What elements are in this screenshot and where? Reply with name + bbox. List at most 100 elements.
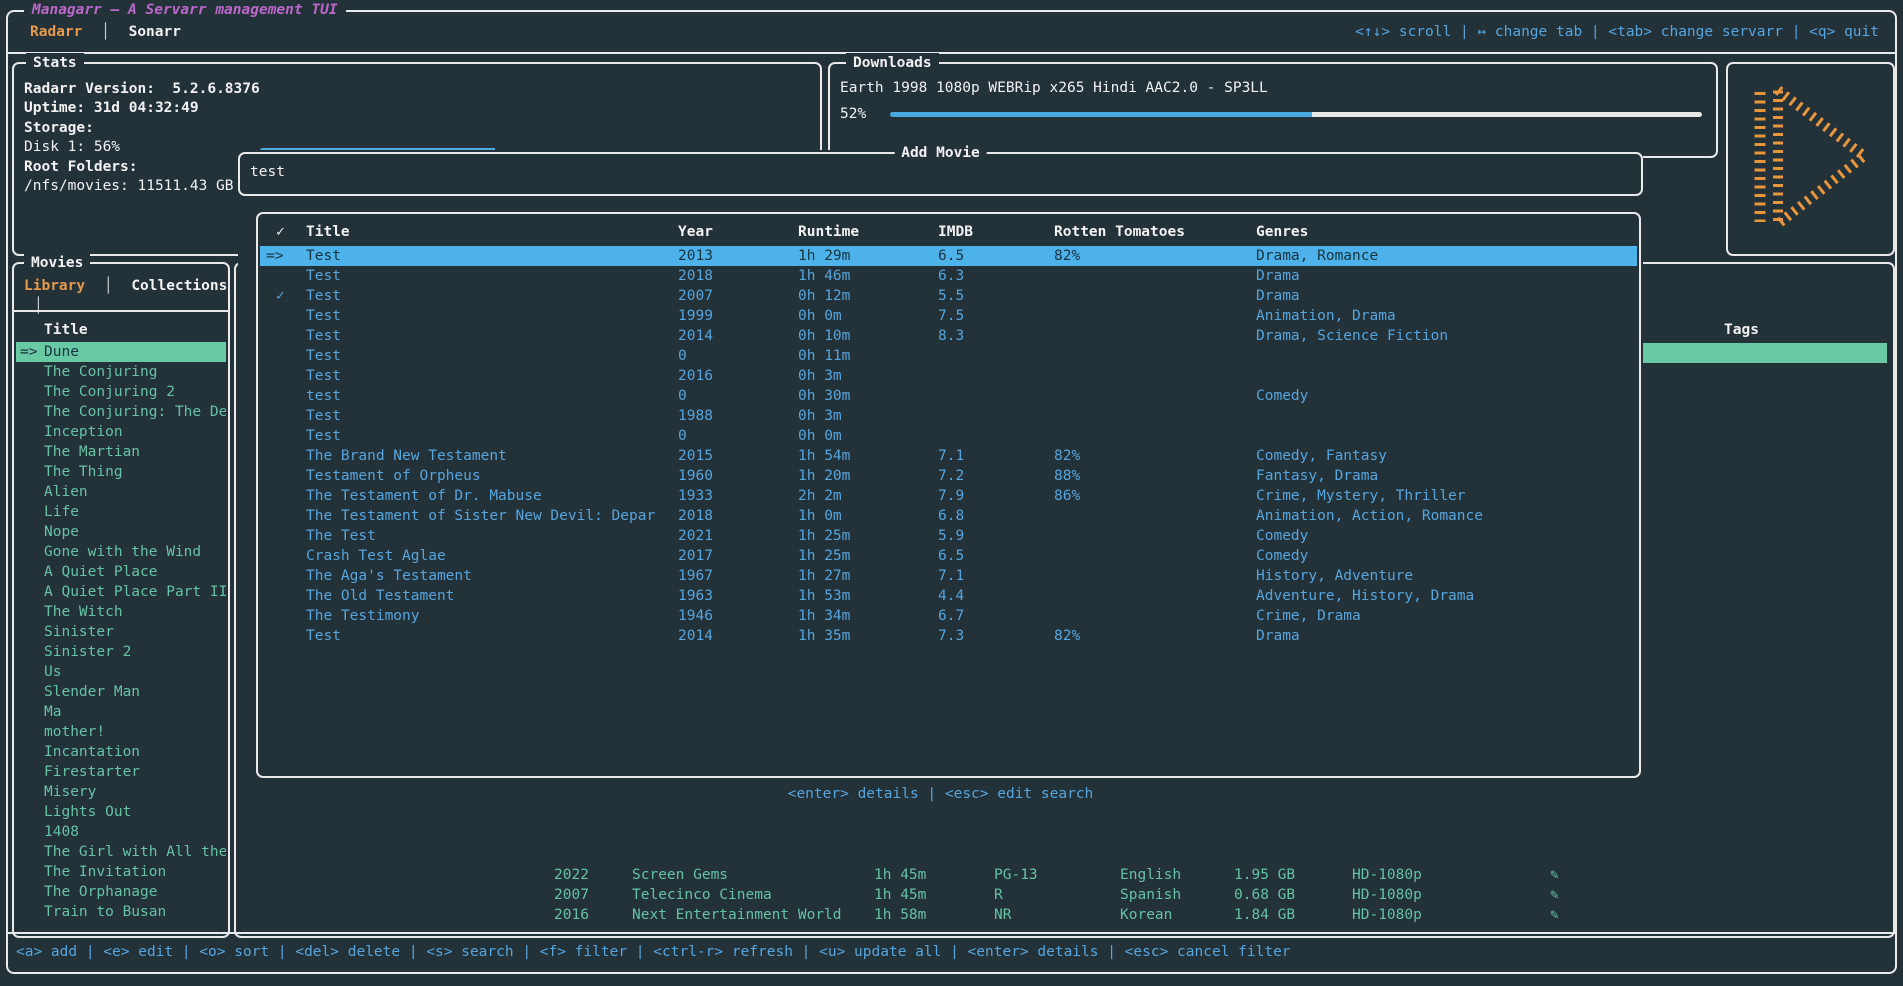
movie-list-item[interactable]: 1408 bbox=[16, 822, 226, 842]
movie-list-item[interactable]: Ma bbox=[16, 702, 226, 722]
movie-list-item[interactable]: Life bbox=[16, 502, 226, 522]
movie-list-item[interactable]: Sinister bbox=[16, 622, 226, 642]
result-year: 1933 bbox=[678, 486, 798, 506]
edit-tags-icon[interactable]: ✎ bbox=[1550, 865, 1559, 885]
result-genres: Drama, Romance bbox=[1256, 246, 1637, 266]
servarr-tabs: Radarr │ Sonarr bbox=[30, 22, 181, 42]
movie-list-item[interactable]: Inception bbox=[16, 422, 226, 442]
search-result-row[interactable]: Test20140h 10m8.3Drama, Science Fiction bbox=[260, 326, 1637, 346]
tab-radarr[interactable]: Radarr bbox=[30, 24, 82, 40]
search-result-row[interactable]: Crash Test Aglae20171h 25m6.5Comedy bbox=[260, 546, 1637, 566]
search-result-row[interactable]: ✓Test20070h 12m5.5Drama bbox=[260, 286, 1637, 306]
search-result-row[interactable]: Test00h 11m bbox=[260, 346, 1637, 366]
result-genres: Fantasy, Drama bbox=[1256, 466, 1637, 486]
movie-search-input[interactable]: Add Movie test bbox=[238, 152, 1643, 196]
result-year: 1946 bbox=[678, 606, 798, 626]
detail-runtime: 1h 58m bbox=[874, 905, 926, 925]
detail-certification: NR bbox=[994, 905, 1011, 925]
result-marker bbox=[260, 546, 306, 566]
result-genres: Drama, Science Fiction bbox=[1256, 326, 1637, 346]
edit-tags-icon[interactable]: ✎ bbox=[1550, 885, 1559, 905]
result-year: 2018 bbox=[678, 266, 798, 286]
result-imdb: 7.9 bbox=[938, 486, 1054, 506]
movie-list-item[interactable]: Firestarter bbox=[16, 762, 226, 782]
search-result-row[interactable]: The Brand New Testament20151h 54m7.182%C… bbox=[260, 446, 1637, 466]
result-runtime: 1h 0m bbox=[798, 506, 938, 526]
search-result-row[interactable]: Test19990h 0m7.5Animation, Drama bbox=[260, 306, 1637, 326]
result-runtime: 0h 0m bbox=[798, 306, 938, 326]
result-year: 0 bbox=[678, 426, 798, 446]
movie-list-item[interactable]: The Thing bbox=[16, 462, 226, 482]
search-result-row[interactable]: The Testament of Sister New Devil: Depar… bbox=[260, 506, 1637, 526]
detail-quality: HD-1080p bbox=[1352, 905, 1422, 925]
result-genres: Comedy bbox=[1256, 386, 1637, 406]
result-rotten-tomatoes bbox=[1054, 366, 1256, 386]
result-genres: Drama bbox=[1256, 286, 1637, 306]
movie-list-item[interactable]: Gone with the Wind bbox=[16, 542, 226, 562]
detail-runtime: 1h 45m bbox=[874, 865, 926, 885]
edit-tags-icon[interactable]: ✎ bbox=[1550, 905, 1559, 925]
result-runtime: 1h 46m bbox=[798, 266, 938, 286]
result-genres: Comedy, Fantasy bbox=[1256, 446, 1637, 466]
tab-sonarr[interactable]: Sonarr bbox=[129, 24, 181, 40]
result-runtime: 2h 2m bbox=[798, 486, 938, 506]
selection-arrow-icon: => bbox=[20, 342, 37, 362]
movie-list-item[interactable]: mother! bbox=[16, 722, 226, 742]
movie-list-item[interactable]: Us bbox=[16, 662, 226, 682]
search-result-row[interactable]: Test20160h 3m bbox=[260, 366, 1637, 386]
search-result-row[interactable]: The Aga's Testament19671h 27m7.1History,… bbox=[260, 566, 1637, 586]
search-result-row[interactable]: Test20141h 35m7.382%Drama bbox=[260, 626, 1637, 646]
result-marker bbox=[260, 606, 306, 626]
movie-title: 1408 bbox=[44, 824, 79, 840]
search-result-row[interactable]: =>Test20131h 29m6.582%Drama, Romance bbox=[260, 246, 1637, 266]
detail-language: Spanish bbox=[1120, 885, 1181, 905]
search-result-row[interactable]: Test19880h 3m bbox=[260, 406, 1637, 426]
search-result-row[interactable]: The Old Testament19631h 53m4.4Adventure,… bbox=[260, 586, 1637, 606]
column-year: Year bbox=[678, 222, 798, 242]
movie-title: Lights Out bbox=[44, 804, 131, 820]
search-result-row[interactable]: Testament of Orpheus19601h 20m7.288%Fant… bbox=[260, 466, 1637, 486]
result-runtime: 0h 3m bbox=[798, 406, 938, 426]
result-title: The Testimony bbox=[306, 606, 678, 626]
movie-list-item[interactable]: A Quiet Place bbox=[16, 562, 226, 582]
search-result-row[interactable]: Test00h 0m bbox=[260, 426, 1637, 446]
result-imdb: 6.5 bbox=[938, 246, 1054, 266]
result-runtime: 1h 53m bbox=[798, 586, 938, 606]
movie-list-item[interactable]: =>Dune bbox=[16, 342, 226, 362]
movie-list-item[interactable]: The Martian bbox=[16, 442, 226, 462]
movie-list-item[interactable]: The Invitation bbox=[16, 862, 226, 882]
search-result-row[interactable]: Test20181h 46m6.3Drama bbox=[260, 266, 1637, 286]
movie-list-item[interactable]: Lights Out bbox=[16, 802, 226, 822]
tab-library[interactable]: Library bbox=[24, 278, 85, 294]
movie-list-item[interactable]: Nope bbox=[16, 522, 226, 542]
search-result-row[interactable]: The Testimony19461h 34m6.7Crime, Drama bbox=[260, 606, 1637, 626]
movie-list-item[interactable]: Sinister 2 bbox=[16, 642, 226, 662]
result-marker bbox=[260, 426, 306, 446]
movie-list-item[interactable]: Train to Busan bbox=[16, 902, 226, 922]
logo-panel bbox=[1726, 62, 1895, 256]
movies-column-header: Title bbox=[44, 320, 88, 340]
result-marker bbox=[260, 406, 306, 426]
result-title: The Old Testament bbox=[306, 586, 678, 606]
search-result-row[interactable]: The Testament of Dr. Mabuse19332h 2m7.98… bbox=[260, 486, 1637, 506]
movie-list-item[interactable]: Alien bbox=[16, 482, 226, 502]
movie-list-item[interactable]: Incantation bbox=[16, 742, 226, 762]
movie-list-item[interactable]: The Witch bbox=[16, 602, 226, 622]
movie-list-item[interactable]: The Girl with All the bbox=[16, 842, 226, 862]
result-imdb bbox=[938, 426, 1054, 446]
search-result-row[interactable]: The Test20211h 25m5.9Comedy bbox=[260, 526, 1637, 546]
result-title: Test bbox=[306, 346, 678, 366]
movie-list-item[interactable]: A Quiet Place Part II bbox=[16, 582, 226, 602]
movie-list-item[interactable]: Misery bbox=[16, 782, 226, 802]
movies-panel-title: Movies bbox=[24, 253, 90, 273]
tab-collections[interactable]: Collections bbox=[131, 278, 227, 294]
movie-list-item[interactable]: The Conjuring bbox=[16, 362, 226, 382]
movie-list-item[interactable]: The Conjuring 2 bbox=[16, 382, 226, 402]
movie-title: The Conjuring: The De bbox=[44, 404, 226, 420]
movie-list-item[interactable]: The Orphanage bbox=[16, 882, 226, 902]
result-runtime: 1h 25m bbox=[798, 546, 938, 566]
search-result-row[interactable]: test00h 30mComedy bbox=[260, 386, 1637, 406]
add-movie-modal: Add Movie test ✓ Title Year Runtime IMDB… bbox=[238, 150, 1643, 810]
movie-list-item[interactable]: Slender Man bbox=[16, 682, 226, 702]
movie-list-item[interactable]: The Conjuring: The De bbox=[16, 402, 226, 422]
